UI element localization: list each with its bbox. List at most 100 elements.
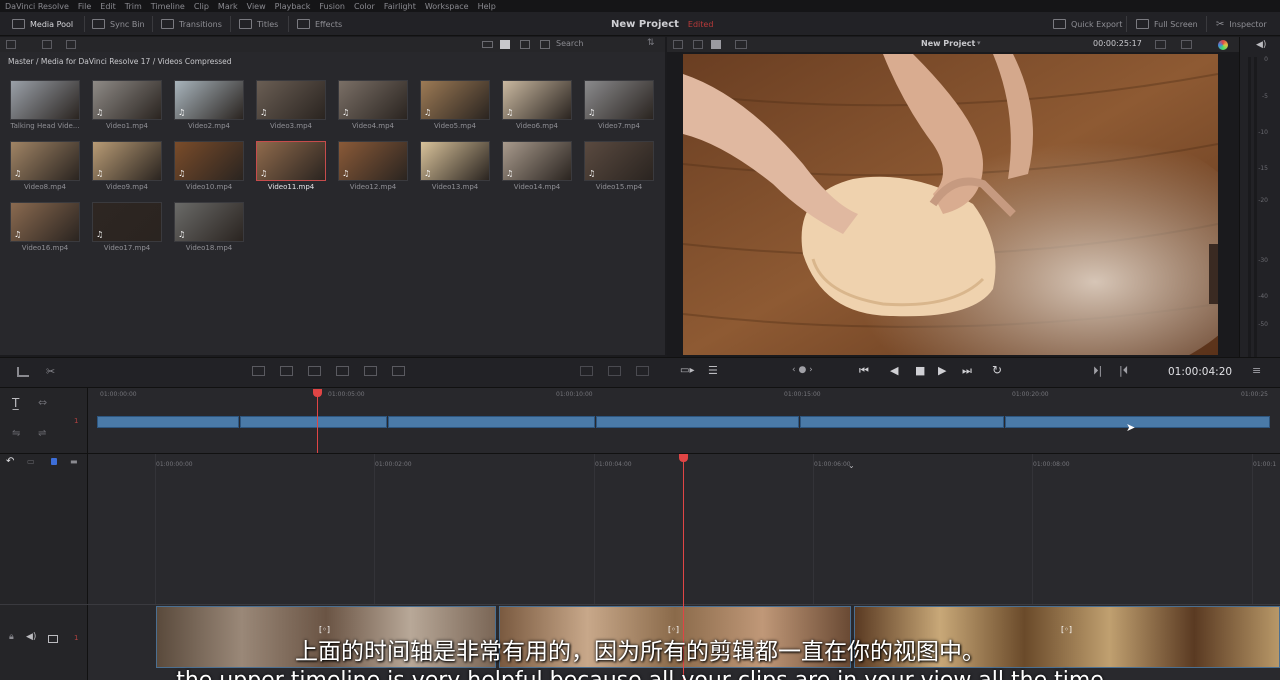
transitions-button[interactable]: Transitions	[161, 12, 222, 36]
ripple-overwrite-icon[interactable]	[308, 366, 321, 376]
media-clip[interactable]: ♫ Video12.mp4	[338, 141, 408, 191]
sidebar-toggle-icon[interactable]	[6, 40, 16, 49]
media-clip[interactable]: ♫ Video16.mp4	[10, 202, 80, 252]
menu-item-help[interactable]: Help	[478, 2, 496, 11]
inspector-button[interactable]: ✂ Inspector	[1216, 12, 1267, 36]
upper-timeline-clip[interactable]	[1005, 416, 1270, 428]
menu-item-edit[interactable]: Edit	[100, 2, 116, 11]
media-clip[interactable]: ♫ Video6.mp4	[502, 80, 572, 130]
filmstrip-view-icon[interactable]	[520, 40, 530, 49]
last-frame-icon[interactable]: ⏭	[962, 364, 972, 378]
menu-icon[interactable]: ≡	[1252, 364, 1261, 377]
menu-item-fusion[interactable]: Fusion	[319, 2, 345, 11]
menu-item-davinci-resolve[interactable]: DaVinci Resolve	[5, 2, 69, 11]
media-clip[interactable]: ♫ Video11.mp4	[256, 141, 326, 191]
menu-item-trim[interactable]: Trim	[125, 2, 142, 11]
thumbnail-view-icon[interactable]	[500, 40, 510, 49]
media-clip[interactable]: ♫ Video18.mp4	[174, 202, 244, 252]
snap-icon[interactable]: ⇌	[38, 428, 46, 439]
viewer-project-name[interactable]: New Project	[921, 39, 975, 48]
source-overwrite-icon[interactable]	[392, 366, 405, 376]
play-reverse-icon[interactable]: ◀	[890, 364, 898, 377]
menu-item-mark[interactable]: Mark	[218, 2, 238, 11]
media-clip[interactable]: ♫ Video1.mp4	[92, 80, 162, 130]
mark-out-icon[interactable]: |⏴	[1119, 364, 1128, 378]
search-input[interactable]: Search	[556, 39, 583, 48]
viewer-single-icon[interactable]	[711, 40, 721, 49]
timeline-options-icon[interactable]	[17, 367, 29, 377]
settings-sliders-icon[interactable]: ☰	[708, 364, 718, 377]
safe-area-icon[interactable]	[1155, 40, 1166, 49]
marker-icon[interactable]	[51, 458, 57, 465]
menu-item-timeline[interactable]: Timeline	[151, 2, 185, 11]
metadata-view-icon[interactable]	[540, 40, 550, 49]
snapshot-icon[interactable]	[608, 366, 621, 376]
text-tool-icon[interactable]: T̲	[12, 396, 19, 410]
bin-icon[interactable]	[42, 40, 52, 49]
upper-timeline-clip[interactable]	[596, 416, 799, 428]
menu-item-workspace[interactable]: Workspace	[425, 2, 469, 11]
clip-view-icon[interactable]: ▬	[70, 457, 78, 466]
media-clip[interactable]: Talking Head Vide...	[10, 80, 80, 130]
loop-icon[interactable]: ↻	[992, 363, 1002, 377]
upper-timeline-clip[interactable]	[388, 416, 595, 428]
upper-playhead-handle[interactable]	[313, 389, 322, 397]
play-icon[interactable]: ▶	[938, 364, 946, 377]
close-up-icon[interactable]	[336, 366, 349, 376]
media-clip[interactable]: ♫ Video4.mp4	[338, 80, 408, 130]
menu-item-view[interactable]: View	[247, 2, 266, 11]
smart-insert-icon[interactable]	[252, 366, 265, 376]
viewer-size-icon[interactable]	[735, 40, 747, 49]
media-clip[interactable]: ♫ Video13.mp4	[420, 141, 490, 191]
stop-icon[interactable]: ■	[915, 364, 925, 377]
media-clip[interactable]: ♫ Video14.mp4	[502, 141, 572, 191]
sync-bin-button[interactable]: Sync Bin	[92, 12, 145, 36]
safe-guides-icon[interactable]	[580, 366, 593, 376]
jog-icon[interactable]: ‹ ● ›	[792, 365, 813, 375]
upper-timeline-clip[interactable]	[800, 416, 1004, 428]
razor-icon[interactable]: ✂	[46, 365, 55, 378]
menu-item-clip[interactable]: Clip	[194, 2, 209, 11]
menu-item-file[interactable]: File	[78, 2, 91, 11]
full-screen-button[interactable]: Full Screen	[1136, 12, 1198, 36]
playback-mode-icon[interactable]: ▭▸	[680, 365, 694, 376]
trim-tool-icon[interactable]: ⇔	[38, 396, 47, 409]
media-clip[interactable]: ♫ Video7.mp4	[584, 80, 654, 130]
upper-timeline-clip[interactable]	[240, 416, 387, 428]
lower-playhead-handle[interactable]	[679, 454, 688, 462]
append-icon[interactable]	[280, 366, 293, 376]
undo-icon[interactable]: ↶	[6, 456, 14, 467]
layout-icon[interactable]	[636, 366, 649, 376]
titles-button[interactable]: Titles	[239, 12, 278, 36]
media-clip[interactable]: ♫ Video17.mp4	[92, 202, 162, 252]
menu-item-playback[interactable]: Playback	[275, 2, 311, 11]
upper-timeline-clip[interactable]	[97, 416, 239, 428]
media-clip[interactable]: ♫ Video3.mp4	[256, 80, 326, 130]
sort-icon[interactable]: ⇅	[647, 38, 655, 48]
chevron-down-icon[interactable]: ▾	[977, 39, 981, 47]
viewer-mode-icon[interactable]	[693, 40, 703, 49]
menu-item-fairlight[interactable]: Fairlight	[384, 2, 416, 11]
media-clip[interactable]: ♫ Video5.mp4	[420, 80, 490, 130]
color-wheel-icon[interactable]	[1218, 40, 1228, 50]
transform-icon[interactable]	[1181, 40, 1192, 49]
first-frame-icon[interactable]: ⏮	[859, 364, 869, 378]
place-on-top-icon[interactable]	[364, 366, 377, 376]
mark-in-icon[interactable]: ⏵|	[1093, 364, 1102, 378]
upper-playhead[interactable]	[317, 392, 318, 454]
media-pool-button[interactable]: Media Pool	[12, 12, 73, 36]
speaker-icon[interactable]: ◀)	[1256, 40, 1266, 50]
quick-export-button[interactable]: Quick Export	[1053, 12, 1122, 36]
viewer-layout-icon[interactable]	[673, 40, 683, 49]
media-clip[interactable]: ♫ Video15.mp4	[584, 141, 654, 191]
media-clip[interactable]: ♫ Video2.mp4	[174, 80, 244, 130]
media-clip[interactable]: ♫ Video8.mp4	[10, 141, 80, 191]
zoom-fit-icon[interactable]: ▭	[27, 457, 35, 466]
link-icon[interactable]: ⇋	[12, 428, 20, 439]
new-bin-icon[interactable]	[66, 40, 76, 49]
effects-button[interactable]: Effects	[297, 12, 342, 36]
list-view-icon[interactable]	[482, 41, 493, 48]
media-clip[interactable]: ♫ Video9.mp4	[92, 141, 162, 191]
menu-item-color[interactable]: Color	[354, 2, 375, 11]
media-clip[interactable]: ♫ Video10.mp4	[174, 141, 244, 191]
